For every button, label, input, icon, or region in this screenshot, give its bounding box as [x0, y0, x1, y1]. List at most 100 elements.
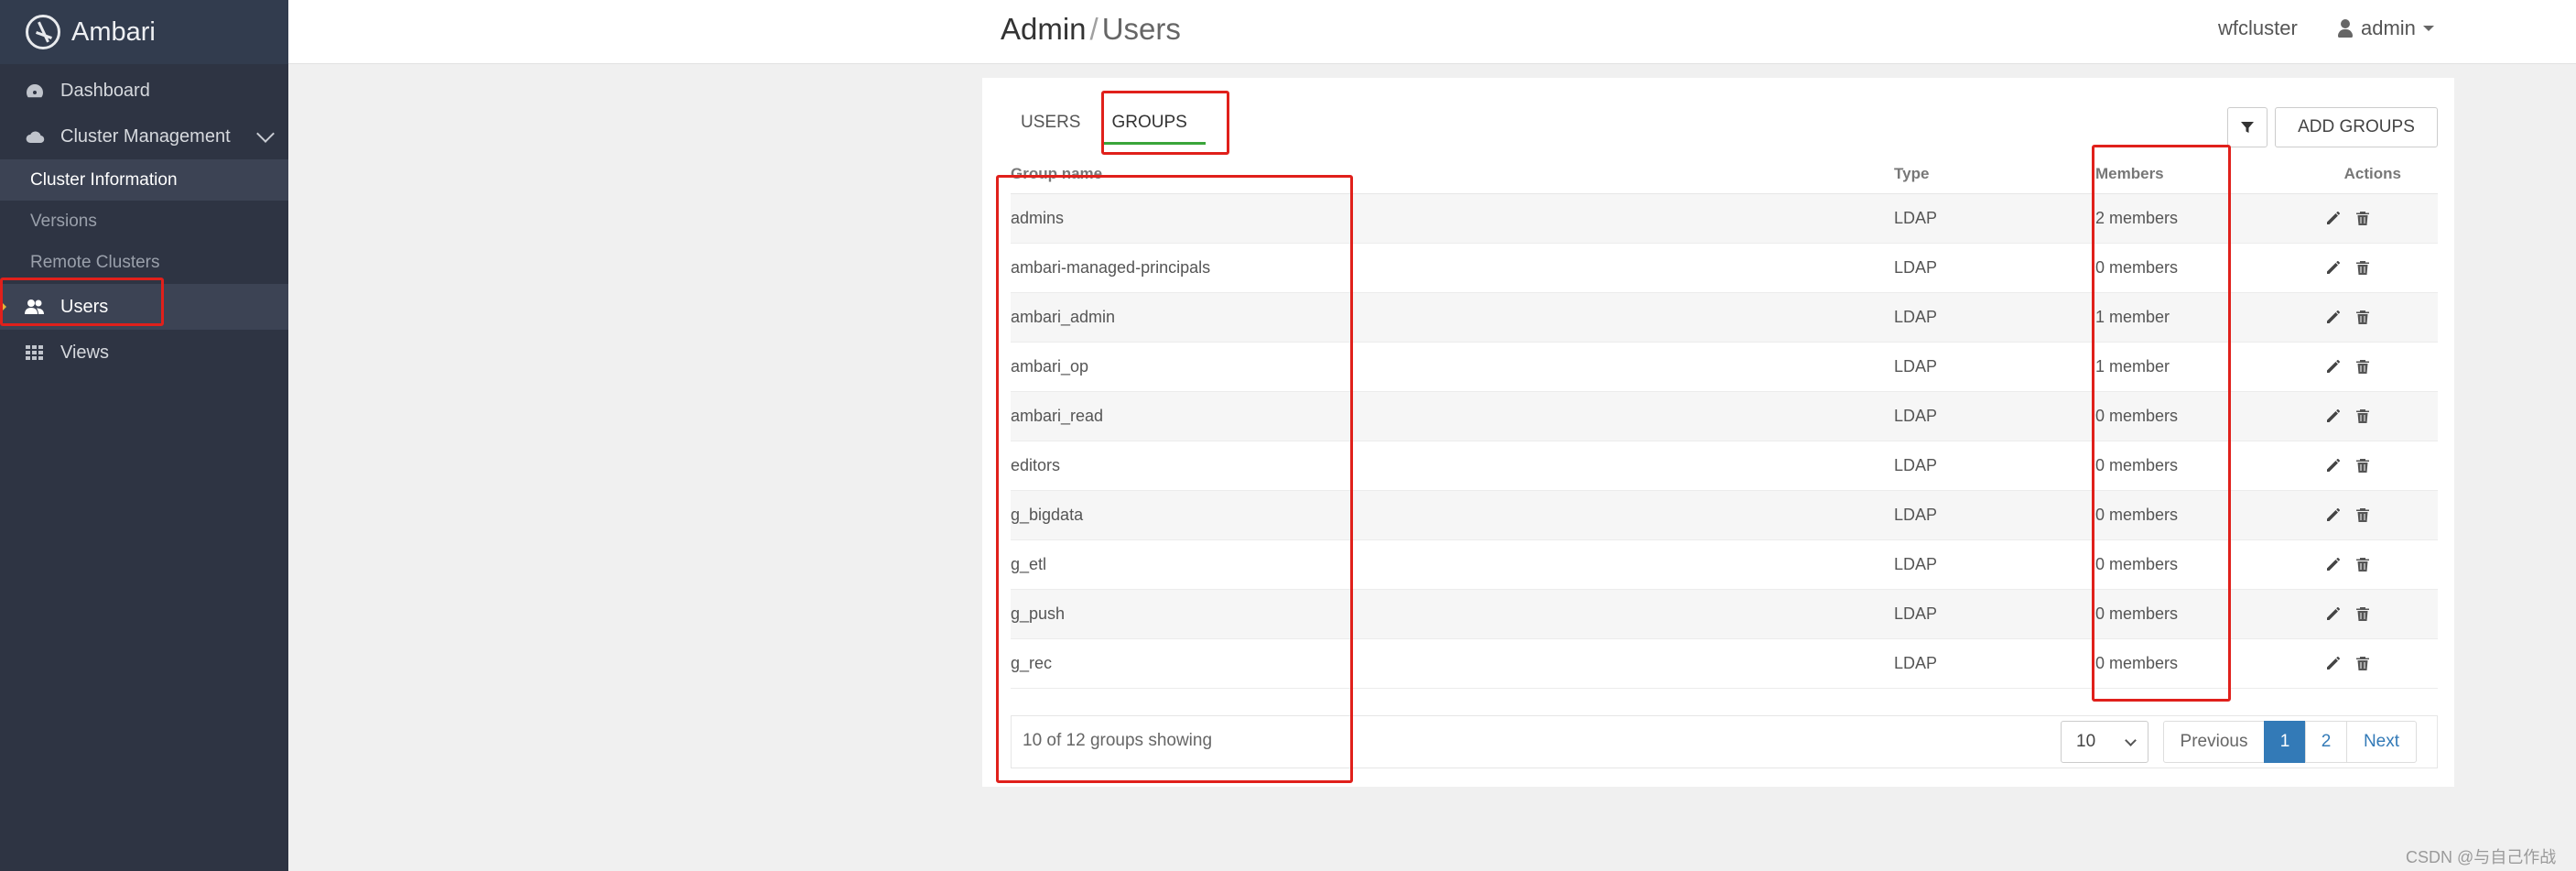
actions-cell — [2314, 292, 2438, 343]
pagination-next[interactable]: Next — [2346, 721, 2417, 763]
brand[interactable]: Ambari — [0, 0, 288, 64]
user-menu[interactable]: admin — [2337, 16, 2434, 40]
group-members-cell: 0 members — [2095, 441, 2314, 491]
sidebar-item-label: Views — [60, 342, 109, 363]
group-type-cell: LDAP — [1894, 441, 2095, 491]
group-name-cell[interactable]: g_etl — [1011, 539, 1894, 590]
pencil-icon[interactable] — [2325, 408, 2342, 424]
table-row: ambari_admin LDAP 1 member — [1011, 292, 2438, 343]
add-groups-button[interactable]: ADD GROUPS — [2275, 107, 2438, 147]
pencil-icon[interactable] — [2325, 457, 2342, 474]
group-type-cell: LDAP — [1894, 589, 2095, 639]
group-members-cell: 0 members — [2095, 638, 2314, 689]
table-row: editors LDAP 0 members — [1011, 441, 2438, 491]
trash-icon[interactable] — [2354, 259, 2371, 276]
group-name-cell[interactable]: ambari_op — [1011, 342, 1894, 392]
table-header-row: Group name Type Members Actions — [1011, 155, 2438, 194]
trash-icon[interactable] — [2354, 605, 2371, 622]
column-header-members[interactable]: Members — [2095, 155, 2314, 194]
pencil-icon[interactable] — [2325, 210, 2342, 226]
group-name-cell[interactable]: ambari_admin — [1011, 292, 1894, 343]
breadcrumb-separator: / — [1089, 12, 1099, 46]
group-members-cell: 1 member — [2095, 342, 2314, 392]
trash-icon[interactable] — [2354, 655, 2371, 671]
trash-icon[interactable] — [2354, 309, 2371, 325]
table-row: ambari-managed-principals LDAP 0 members — [1011, 243, 2438, 293]
sidebar-subitem-remote-clusters[interactable]: Remote Clusters — [0, 242, 288, 283]
table-row: g_bigdata LDAP 0 members — [1011, 490, 2438, 540]
grid-icon — [24, 343, 46, 362]
sidebar-subitem-cluster-information[interactable]: Cluster Information — [0, 159, 288, 201]
group-type-cell: LDAP — [1894, 243, 2095, 293]
chevron-down-icon[interactable] — [256, 125, 275, 143]
group-name-cell[interactable]: g_push — [1011, 589, 1894, 639]
ambari-logo-icon — [26, 15, 60, 49]
sidebar-subitem-versions[interactable]: Versions — [0, 201, 288, 242]
filter-button[interactable] — [2227, 107, 2268, 147]
cloud-icon — [24, 127, 46, 146]
page-title: Users — [1101, 12, 1181, 46]
actions-cell — [2314, 193, 2438, 244]
sidebar-item-views[interactable]: Views — [0, 330, 288, 376]
pagination: Previous 1 2 Next — [2163, 721, 2417, 763]
group-name-cell[interactable]: admins — [1011, 193, 1894, 244]
group-name-cell[interactable]: g_rec — [1011, 638, 1894, 689]
group-members-cell: 2 members — [2095, 193, 2314, 244]
group-members-cell: 0 members — [2095, 243, 2314, 293]
sidebar: Ambari Dashboard Cluster Management Clus… — [0, 0, 288, 871]
pencil-icon[interactable] — [2325, 358, 2342, 375]
page-size-select[interactable]: 10 — [2061, 721, 2148, 763]
cluster-name[interactable]: wfcluster — [2218, 16, 2298, 40]
group-name-cell[interactable]: ambari_read — [1011, 391, 1894, 441]
tab-users[interactable]: USERS — [1021, 105, 1080, 140]
chevron-down-icon — [2125, 735, 2137, 746]
trash-icon[interactable] — [2354, 210, 2371, 226]
pagination-page-2[interactable]: 2 — [2305, 721, 2347, 763]
trash-icon[interactable] — [2354, 358, 2371, 375]
breadcrumb-root[interactable]: Admin — [1001, 12, 1087, 46]
column-header-group-name[interactable]: Group name — [1011, 155, 1894, 194]
group-type-cell: LDAP — [1894, 193, 2095, 244]
pagination-previous[interactable]: Previous — [2163, 721, 2265, 763]
sidebar-item-label: Dashboard — [60, 80, 150, 101]
group-type-cell: LDAP — [1894, 292, 2095, 343]
actions-cell — [2314, 441, 2438, 491]
group-name-cell[interactable]: g_bigdata — [1011, 490, 1894, 540]
tab-groups[interactable]: GROUPS — [1102, 105, 1207, 145]
table-row: g_push LDAP 0 members — [1011, 589, 2438, 639]
dashboard-icon — [24, 82, 46, 100]
tab-bar: USERS GROUPS — [1021, 105, 1218, 145]
brand-name: Ambari — [71, 16, 156, 47]
user-icon — [2337, 19, 2354, 38]
actions-cell — [2314, 391, 2438, 441]
group-members-cell: 1 member — [2095, 292, 2314, 343]
page-size-value: 10 — [2076, 732, 2096, 751]
pencil-icon[interactable] — [2325, 309, 2342, 325]
pagination-page-1[interactable]: 1 — [2264, 721, 2306, 763]
actions-cell — [2314, 539, 2438, 590]
group-members-cell: 0 members — [2095, 589, 2314, 639]
trash-icon[interactable] — [2354, 506, 2371, 523]
pencil-icon[interactable] — [2325, 556, 2342, 572]
trash-icon[interactable] — [2354, 457, 2371, 474]
users-icon — [24, 298, 46, 316]
trash-icon[interactable] — [2354, 408, 2371, 424]
group-name-cell[interactable]: ambari-managed-principals — [1011, 243, 1894, 293]
watermark: CSDN @与自己作战 — [2406, 848, 2557, 866]
group-name-cell[interactable]: editors — [1011, 441, 1894, 491]
pencil-icon[interactable] — [2325, 259, 2342, 276]
sidebar-item-users[interactable]: Users — [0, 284, 288, 330]
sidebar-item-dashboard[interactable]: Dashboard — [0, 68, 288, 114]
pencil-icon[interactable] — [2325, 506, 2342, 523]
groups-panel: USERS GROUPS ADD GROUPS Group name Type … — [982, 78, 2454, 787]
group-members-cell: 0 members — [2095, 539, 2314, 590]
pencil-icon[interactable] — [2325, 605, 2342, 622]
showing-count: 10 of 12 groups showing — [1023, 731, 1213, 750]
actions-cell — [2314, 490, 2438, 540]
sidebar-item-label: Users — [60, 296, 109, 317]
actions-cell — [2314, 638, 2438, 689]
sidebar-item-cluster-management[interactable]: Cluster Management — [0, 114, 288, 159]
column-header-type[interactable]: Type — [1894, 155, 2095, 194]
pencil-icon[interactable] — [2325, 655, 2342, 671]
trash-icon[interactable] — [2354, 556, 2371, 572]
